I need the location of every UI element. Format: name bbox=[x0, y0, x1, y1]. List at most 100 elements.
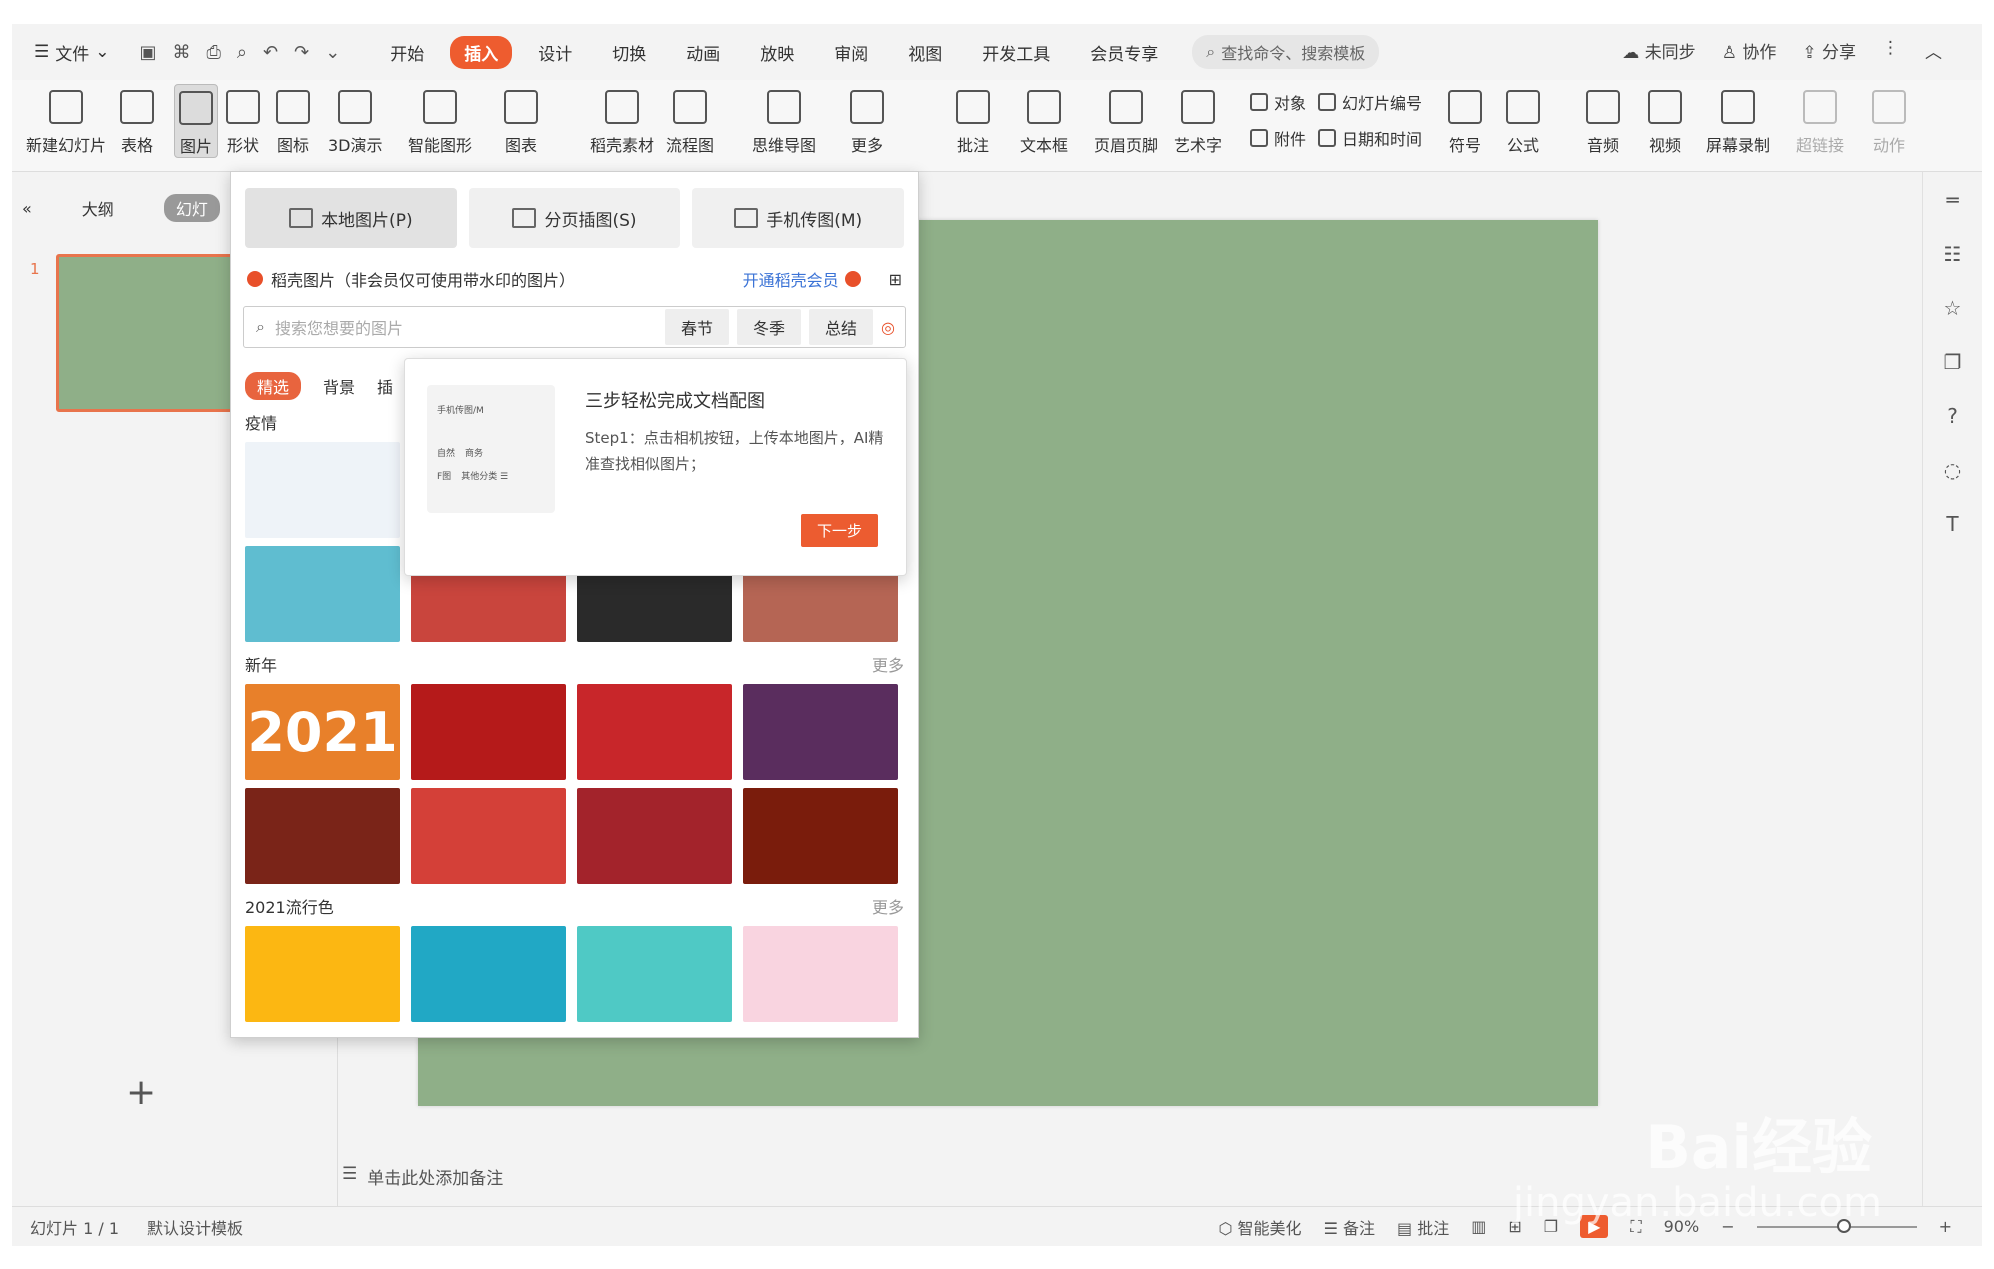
comment-button[interactable]: 批注 bbox=[956, 84, 990, 156]
tab-home[interactable]: 开始 bbox=[376, 36, 438, 69]
print-preview-icon[interactable]: ⌕ bbox=[237, 42, 247, 63]
picture-button[interactable]: 图片 bbox=[174, 84, 218, 158]
datetime-button[interactable]: 日期和时间 bbox=[1318, 126, 1422, 150]
audio-button[interactable]: 音频 bbox=[1586, 84, 1620, 156]
textbox-button[interactable]: 文本框 bbox=[1020, 84, 1068, 156]
save-icon[interactable]: ▣ bbox=[140, 42, 157, 63]
symbol-button[interactable]: 符号 bbox=[1448, 84, 1482, 156]
tab-member[interactable]: 会员专享 bbox=[1076, 36, 1172, 69]
table-button[interactable]: 表格 bbox=[120, 84, 154, 156]
normal-view-icon[interactable]: ▥ bbox=[1471, 1217, 1486, 1236]
image-thumbnail[interactable] bbox=[245, 926, 400, 1022]
collapse-icon[interactable]: ═ bbox=[1946, 188, 1958, 212]
format-painter-icon[interactable]: ⌘ bbox=[173, 42, 191, 63]
notes-toggle[interactable]: ☰ 备注 bbox=[1324, 1215, 1375, 1239]
image-thumbnail[interactable]: 2021 bbox=[245, 684, 400, 780]
image-thumbnail[interactable] bbox=[577, 684, 732, 780]
image-thumbnail[interactable] bbox=[411, 926, 566, 1022]
local-picture-button[interactable]: 本地图片(P) bbox=[245, 188, 457, 248]
tab-slideshow[interactable]: 放映 bbox=[746, 36, 808, 69]
grid-view-icon[interactable]: ⊞ bbox=[889, 270, 902, 289]
help-icon[interactable]: ? bbox=[1947, 404, 1958, 428]
print-icon[interactable]: ⎙ bbox=[207, 42, 221, 63]
image-thumbnail[interactable] bbox=[577, 926, 732, 1022]
mindmap-button[interactable]: 思维导图 bbox=[752, 84, 816, 156]
icon-button[interactable]: 图标 bbox=[276, 84, 310, 156]
paged-insert-button[interactable]: 分页插图(S) bbox=[468, 188, 681, 248]
customize-icon[interactable]: ⌄ bbox=[325, 42, 340, 63]
template-name[interactable]: 默认设计模板 bbox=[147, 1215, 243, 1239]
chart-button[interactable]: 图表 bbox=[504, 84, 538, 156]
attachment-button[interactable]: 附件 bbox=[1250, 126, 1306, 150]
sync-button[interactable]: ☁ 未同步 bbox=[1622, 38, 1695, 63]
copy-icon[interactable]: ❐ bbox=[1944, 350, 1962, 374]
tab-developer[interactable]: 开发工具 bbox=[968, 36, 1064, 69]
collab-button[interactable]: ♙ 协作 bbox=[1722, 38, 1777, 63]
wordart-button[interactable]: 艺术字 bbox=[1174, 84, 1222, 156]
settings-sliders-icon[interactable]: ☷ bbox=[1944, 242, 1962, 266]
image-thumbnail[interactable] bbox=[245, 442, 400, 538]
command-search[interactable]: ⌕ 查找命令、搜索模板 bbox=[1192, 35, 1380, 69]
add-slide-button[interactable]: + bbox=[126, 1072, 156, 1113]
tab-design[interactable]: 设计 bbox=[524, 36, 586, 69]
picture-search[interactable]: ⌕ 搜索您想要的图片 春节 冬季 总结 ◎ bbox=[243, 306, 906, 348]
tab-insert[interactable]: 插入 bbox=[450, 35, 513, 69]
redo-icon[interactable]: ↷ bbox=[294, 42, 309, 63]
zoom-in-icon[interactable]: + bbox=[1939, 1217, 1952, 1236]
video-button[interactable]: 视频 bbox=[1648, 84, 1682, 156]
image-thumbnail[interactable] bbox=[743, 926, 898, 1022]
flowchart-button[interactable]: 流程图 bbox=[666, 84, 714, 156]
category-featured[interactable]: 精选 bbox=[245, 372, 302, 400]
section-more[interactable]: 更多 bbox=[872, 894, 904, 918]
star-icon[interactable]: ☆ bbox=[1944, 296, 1962, 320]
hyperlink-label: 超链接 bbox=[1796, 136, 1845, 155]
notes-area[interactable]: ☰ 单击此处添加备注 bbox=[342, 1164, 503, 1189]
outline-tab[interactable]: 大纲 bbox=[82, 196, 114, 220]
action-button[interactable]: 动作 bbox=[1872, 84, 1906, 156]
more-vert-icon[interactable]: ⋮ bbox=[1882, 38, 1899, 63]
category-background[interactable]: 背景 bbox=[323, 374, 355, 398]
collapse-ribbon-icon[interactable]: ︿ bbox=[1925, 38, 1942, 63]
slide-number-button[interactable]: 幻灯片编号 bbox=[1318, 90, 1422, 114]
image-thumbnail[interactable] bbox=[577, 788, 732, 884]
hyperlink-button[interactable]: 超链接 bbox=[1796, 84, 1844, 156]
image-thumbnail[interactable] bbox=[743, 788, 898, 884]
image-thumbnail[interactable] bbox=[411, 788, 566, 884]
search-tag-spring-festival[interactable]: 春节 bbox=[664, 309, 729, 345]
text-icon[interactable]: T bbox=[1946, 512, 1958, 536]
tab-animation[interactable]: 动画 bbox=[672, 36, 734, 69]
slides-tab[interactable]: 幻灯 bbox=[163, 194, 220, 222]
image-thumbnail[interactable] bbox=[245, 788, 400, 884]
formula-button[interactable]: 公式 bbox=[1506, 84, 1540, 156]
docer-material-button[interactable]: 稻壳素材 bbox=[590, 84, 654, 156]
beautify-button[interactable]: ⬡ 智能美化 bbox=[1218, 1215, 1301, 1239]
shape-button[interactable]: 形状 bbox=[226, 84, 260, 156]
search-tag-winter[interactable]: 冬季 bbox=[737, 309, 802, 345]
header-footer-button[interactable]: 页眉页脚 bbox=[1094, 84, 1158, 156]
image-thumbnail[interactable] bbox=[245, 546, 400, 642]
file-menu[interactable]: ☰ 文件 ⌄ bbox=[34, 40, 110, 65]
collapse-panel-icon[interactable]: « bbox=[22, 199, 32, 218]
image-thumbnail[interactable] bbox=[411, 684, 566, 780]
undo-icon[interactable]: ↶ bbox=[263, 42, 278, 63]
tab-view[interactable]: 视图 bbox=[894, 36, 956, 69]
3d-button[interactable]: 3D演示 bbox=[328, 84, 383, 156]
object-button[interactable]: 对象 bbox=[1250, 90, 1306, 114]
tab-transition[interactable]: 切换 bbox=[598, 36, 660, 69]
category-illustration[interactable]: 插 bbox=[377, 374, 393, 398]
next-step-button[interactable]: 下一步 bbox=[800, 514, 878, 547]
share-button[interactable]: ⇪ 分享 bbox=[1802, 38, 1856, 63]
screen-record-button[interactable]: 屏幕录制 bbox=[1706, 84, 1770, 156]
image-thumbnail[interactable] bbox=[743, 684, 898, 780]
more-button[interactable]: 更多 bbox=[850, 84, 884, 156]
comments-toggle[interactable]: ▤ 批注 bbox=[1397, 1215, 1449, 1239]
new-slide-button[interactable]: 新建幻灯片 bbox=[26, 84, 106, 156]
lightbulb-icon[interactable]: ◌ bbox=[1944, 458, 1961, 482]
section-more[interactable]: 更多 bbox=[872, 652, 904, 676]
phone-upload-button[interactable]: 手机传图(M) bbox=[692, 188, 905, 248]
search-tag-summary[interactable]: 总结 bbox=[809, 309, 874, 345]
camera-icon[interactable]: ◎ bbox=[881, 318, 895, 337]
smartart-button[interactable]: 智能图形 bbox=[408, 84, 472, 156]
vip-link[interactable]: 开通稻壳会员 bbox=[743, 267, 869, 291]
tab-review[interactable]: 审阅 bbox=[820, 36, 882, 69]
